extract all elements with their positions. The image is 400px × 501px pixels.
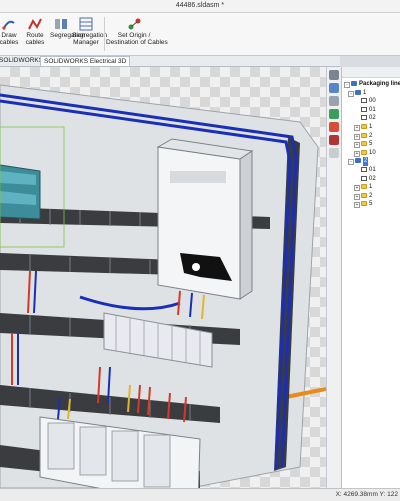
folder-icon [361,184,367,190]
tree-item-label: 2 [363,157,369,166]
document-icon [361,106,367,112]
tree-item[interactable]: +5 [342,140,400,149]
expand-icon[interactable]: + [354,133,360,140]
document-icon [361,175,367,181]
command-ribbon: Draw cables Route cables Segregation Seg… [0,13,400,56]
document-icon [361,98,367,104]
set-origin-icon [127,17,141,31]
expand-icon[interactable]: + [354,185,360,192]
document-icon [361,166,367,172]
tree-item-label: 00 [369,98,376,105]
tab-strip: SOLIDWORKS Visualize SOLIDWORKS Electric… [0,56,340,67]
tab-solidworks-electrical-3d[interactable]: SOLIDWORKS Electrical 3D [40,56,131,66]
tree-item[interactable]: +2 [342,132,400,141]
tree-item-label: 02 [369,175,376,182]
window-title: 44486.sldasm * [175,2,225,9]
folder-icon [361,149,367,155]
tree-item-label: 5 [369,201,373,208]
project-tree-panel: - Packaging lines -1 00 01 02 +1 +2 +5 +10-2 01 0… [341,67,400,488]
file-explorer-icon[interactable] [329,96,339,106]
tree-item[interactable]: +1 [342,123,400,132]
project-icon [351,81,357,86]
tree-root[interactable]: - Packaging lines [342,80,400,89]
status-bar: X: 4269.38mm Y: 122 [0,488,400,501]
tree-item[interactable]: +2 [342,192,400,201]
expand-icon[interactable]: + [354,142,360,149]
folder-icon [361,192,367,198]
tree-item-label: 10 [369,149,376,156]
tree-item-label: 1 [363,89,367,96]
tree-item-label: 01 [369,166,376,173]
location-icon [355,158,361,164]
route-cables-button[interactable]: Route cables [22,15,48,53]
expand-icon[interactable]: + [354,150,360,157]
collapse-icon[interactable]: - [344,82,350,88]
custom-properties-icon[interactable] [329,148,339,158]
panel-header [342,67,400,78]
folder-icon [361,141,367,147]
folder-icon [361,123,367,129]
document-icon [361,115,367,121]
tree-item[interactable]: 02 [342,114,400,123]
draw-cables-icon [2,17,16,31]
segregation-manager-icon [79,17,93,31]
cabinet-3d-model[interactable] [0,67,326,488]
tree-item-label: 1 [369,184,373,191]
route-cables-icon [28,17,42,31]
ribbon-separator [104,17,105,51]
expand-icon[interactable]: + [354,124,360,131]
main-switch[interactable] [156,138,254,300]
home-icon[interactable] [329,70,339,80]
cursor-coordinates: X: 4269.38mm Y: 122 [335,491,398,498]
plc-module[interactable] [0,164,41,220]
tree-item-label: 2 [369,192,373,199]
tree-item-label: 01 [369,106,376,113]
collapse-icon[interactable]: - [348,90,354,97]
electrical-icon[interactable] [329,135,339,145]
tree-item-label: 1 [369,123,373,130]
tree-item[interactable]: 00 [342,97,400,106]
graphics-viewport[interactable] [0,67,326,488]
tree-item-label: 02 [369,115,376,122]
segregation-icon [54,17,68,31]
appearances-icon[interactable] [329,122,339,132]
design-library-icon[interactable] [329,83,339,93]
tree-item[interactable]: +10 [342,149,400,158]
set-origin-destination-button[interactable]: Set Origin / Destination of Cables [106,15,168,53]
folder-icon [361,201,367,207]
tree-item[interactable]: 02 [342,175,400,184]
view-palette-icon[interactable] [329,109,339,119]
collapse-icon[interactable]: - [348,159,354,166]
expand-icon[interactable]: + [354,193,360,200]
task-pane-tabs [326,67,341,488]
segregation-manager-button[interactable]: Segregation Manager [72,15,107,53]
tree-item-label: 2 [369,132,373,139]
folder-icon [361,132,367,138]
segregation-button[interactable]: Segregation [50,15,85,53]
tree-item[interactable]: +5 [342,200,400,209]
tree-item[interactable]: 01 [342,106,400,115]
location-icon [355,89,361,95]
draw-cables-button[interactable]: Draw cables [0,15,20,53]
tree-item[interactable]: 01 [342,166,400,175]
tree-item-label: 5 [369,141,373,148]
tree-item[interactable]: -1 [342,89,400,98]
tree-item[interactable]: +1 [342,183,400,192]
expand-icon[interactable]: + [354,202,360,209]
title-bar: 44486.sldasm * [0,0,400,13]
tree-item[interactable]: -2 [342,157,400,166]
project-tree: - Packaging lines -1 00 01 02 +1 +2 +5 +10-2 01 0… [342,80,400,209]
